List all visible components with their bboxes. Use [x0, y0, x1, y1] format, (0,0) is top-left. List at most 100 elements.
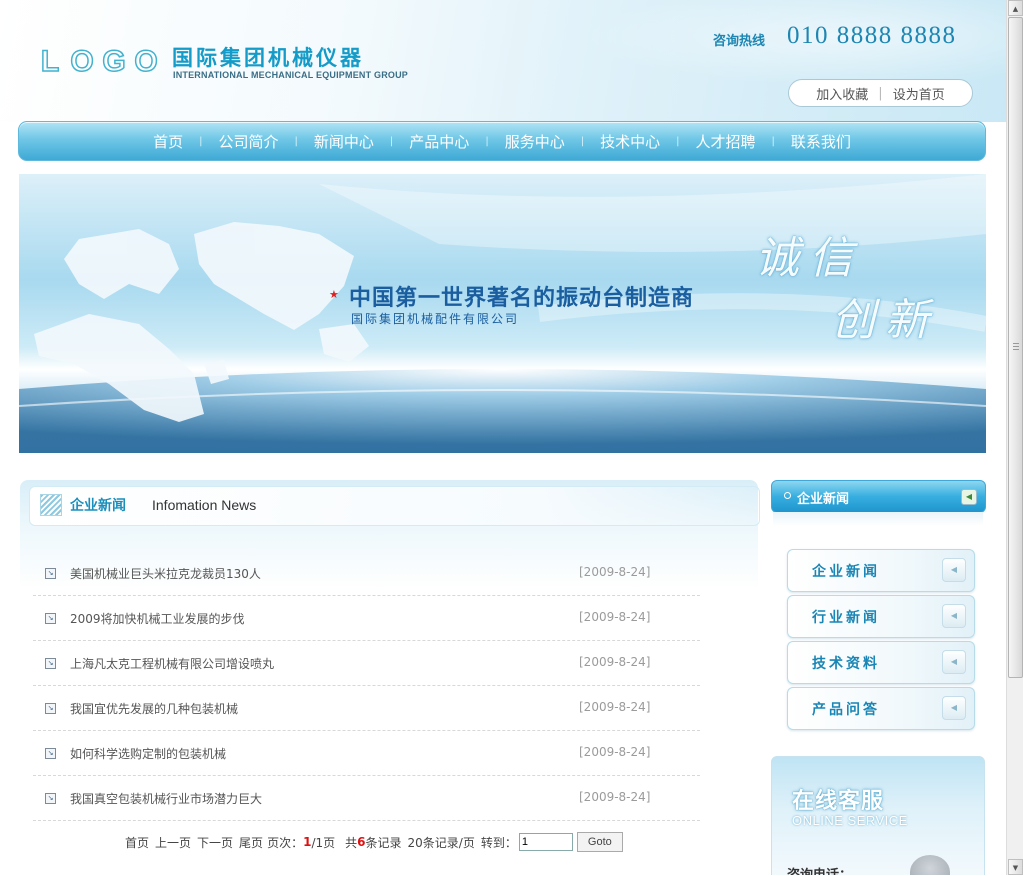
news-item[interactable]: ↘ 我国真空包装机械行业市场潜力巨大 [2009-8-24] — [33, 776, 700, 821]
news-title[interactable]: 2009将加快机械工业发展的步伐 — [70, 610, 245, 627]
arrow-icon: ↘ — [45, 793, 56, 804]
bullet-icon — [784, 492, 791, 499]
last-page-link[interactable]: 尾页 — [239, 834, 263, 851]
nav-divider: | — [199, 135, 203, 147]
nav-divider: | — [485, 135, 489, 147]
logo-letter — [36, 44, 64, 80]
news-title[interactable]: 我国宜优先发展的几种包装机械 — [70, 700, 238, 717]
nav-item[interactable]: 产品中心 — [405, 131, 473, 152]
section-subtitle: Infomation News — [152, 497, 257, 513]
nav-item[interactable]: 首页 — [149, 131, 187, 152]
current-page: 1 — [303, 835, 312, 849]
arrow-icon: ↘ — [45, 703, 56, 714]
news-list: ↘ 美国机械业巨头米拉克龙裁员130人 [2009-8-24] ↘ 2009将加快机械工… — [33, 551, 700, 821]
favorite-homepage-box: 加入收藏 | 设为首页 — [788, 79, 973, 107]
company-name-en: INTERNATIONAL MECHANICAL EQUIPMENT GROUP — [173, 70, 409, 80]
scroll-up-icon[interactable]: ▲ — [1008, 0, 1023, 16]
first-page-link[interactable]: 首页 — [125, 834, 149, 851]
total-prefix: 共 — [345, 835, 358, 850]
logo-letter — [68, 44, 96, 80]
nav-divider: | — [389, 135, 394, 147]
nav-item[interactable]: 技术中心 — [596, 131, 664, 152]
nav-item[interactable]: 人才招聘 — [691, 131, 759, 152]
banner-title: 中国第一世界著名的振动台制造商 — [349, 286, 695, 311]
logo-letter — [132, 44, 160, 80]
goto-label: 转到： — [480, 835, 517, 850]
prev-page-link[interactable]: 上一页 — [155, 834, 191, 851]
online-service-box[interactable]: 在线客服 ONLINE SERVICE 咨询电话： — [771, 756, 985, 875]
news-date: [2009-8-24] — [579, 565, 651, 579]
nav-item[interactable]: 服务中心 — [501, 131, 569, 152]
chevron-left-icon: ◀ — [942, 558, 966, 582]
news-title[interactable]: 上海凡太克工程机械有限公司增设喷丸 — [70, 655, 274, 672]
sidebar-category-button[interactable]: 技术资料 ◀ — [787, 641, 975, 684]
news-item[interactable]: ↘ 2009将加快机械工业发展的步伐 [2009-8-24] — [33, 596, 700, 641]
slogan-innovation: 创新 — [831, 295, 939, 346]
sidebar-header: 企业新闻 ◀ — [771, 480, 986, 513]
sidebar-category-button[interactable]: 行业新闻 ◀ — [787, 595, 975, 638]
news-title[interactable]: 我国真空包装机械行业市场潜力巨大 — [70, 790, 262, 807]
page-label: 页次： — [267, 835, 304, 850]
online-service-subtitle: ONLINE SERVICE — [792, 813, 908, 828]
sidebar-category-label: 技术资料 — [812, 656, 880, 672]
total-suffix: 条记录 — [365, 835, 402, 850]
logo[interactable] — [36, 44, 160, 80]
news-date: [2009-8-24] — [579, 610, 651, 624]
news-panel-header — [29, 486, 760, 526]
grip-icon — [1013, 343, 1019, 351]
chevron-left-icon: ◀ — [942, 604, 966, 628]
set-homepage-link[interactable]: 设为首页 — [893, 84, 945, 103]
online-service-title: 在线客服 — [792, 789, 885, 814]
divider: | — [878, 85, 883, 101]
logo-letter — [100, 44, 128, 80]
goto-page-input[interactable] — [518, 833, 573, 851]
phone-label: 咨询电话： — [787, 864, 852, 875]
section-title: 企业新闻 — [70, 498, 126, 514]
sidebar-header-shadow — [773, 512, 983, 526]
news-item[interactable]: ↘ 我国宜优先发展的几种包装机械 [2009-8-24] — [33, 686, 700, 731]
news-item[interactable]: ↘ 上海凡太克工程机械有限公司增设喷丸 [2009-8-24] — [33, 641, 700, 686]
main-nav: 首页 | 公司简介 | 新闻中心 | 产品中心 | 服务中心 | 技术中心 | 人才招聘 | 联系我们 — [18, 121, 986, 161]
nav-divider: | — [771, 135, 775, 147]
hotline-label: 咨询热线 — [713, 34, 766, 49]
next-page-link[interactable]: 下一页 — [197, 834, 233, 851]
arrow-icon: ↘ — [45, 613, 56, 624]
sidebar-category-button[interactable]: 企业新闻 ◀ — [787, 549, 975, 592]
news-item[interactable]: ↘ 如何科学选购定制的包装机械 [2009-8-24] — [33, 731, 700, 776]
add-favorite-link[interactable]: 加入收藏 — [816, 84, 868, 103]
news-date: [2009-8-24] — [579, 745, 651, 759]
nav-item[interactable]: 公司简介 — [215, 131, 283, 152]
goto-button[interactable]: Goto — [576, 832, 623, 852]
slogan-integrity: 诚信 — [755, 233, 863, 284]
news-title[interactable]: 如何科学选购定制的包装机械 — [70, 745, 226, 762]
pager: 首页 上一页 下一页 尾页 页次： 1 /1页 共 6 条记录 20条记录/页 … — [125, 832, 623, 852]
nav-divider: | — [580, 135, 585, 147]
page-total: /1页 — [311, 835, 336, 850]
news-title[interactable]: 美国机械业巨头米拉克龙裁员130人 — [70, 565, 261, 582]
banner-subtitle: 国际集团机械配件有限公司 — [351, 312, 520, 326]
news-item[interactable]: ↘ 美国机械业巨头米拉克龙裁员130人 [2009-8-24] — [33, 551, 700, 596]
news-date: [2009-8-24] — [579, 655, 651, 669]
vertical-scrollbar[interactable]: ▲ ▼ — [1006, 0, 1023, 875]
company-name-cn: 国际集团机械仪器 — [172, 46, 364, 70]
star-icon: ★ — [329, 288, 339, 301]
chevron-left-icon: ◀ — [942, 650, 966, 674]
scrollbar-thumb[interactable] — [1008, 17, 1023, 678]
arrow-icon: ↘ — [45, 658, 56, 669]
stripes-icon — [40, 494, 62, 516]
scroll-down-icon[interactable]: ▼ — [1008, 859, 1023, 875]
nav-item[interactable]: 联系我们 — [787, 131, 855, 152]
chevron-left-icon[interactable]: ◀ — [961, 489, 977, 505]
news-date: [2009-8-24] — [579, 790, 651, 804]
nav-item[interactable]: 新闻中心 — [310, 131, 378, 152]
banner: ★ 中国第一世界著名的振动台制造商 国际集团机械配件有限公司 诚信 创新 — [19, 174, 986, 453]
sidebar-category-button[interactable]: 产品问答 ◀ — [787, 687, 975, 730]
sidebar-title: 企业新闻 — [797, 492, 850, 507]
sidebar-category-label: 企业新闻 — [812, 564, 880, 580]
news-date: [2009-8-24] — [579, 700, 651, 714]
sidebar-category-label: 产品问答 — [812, 702, 880, 718]
page: 国际集团机械仪器 INTERNATIONAL MECHANICAL EQUIPM… — [0, 0, 1006, 875]
arrow-icon: ↘ — [45, 568, 56, 579]
nav-divider: | — [294, 135, 298, 147]
per-page: 20条记录/页 — [407, 835, 475, 850]
